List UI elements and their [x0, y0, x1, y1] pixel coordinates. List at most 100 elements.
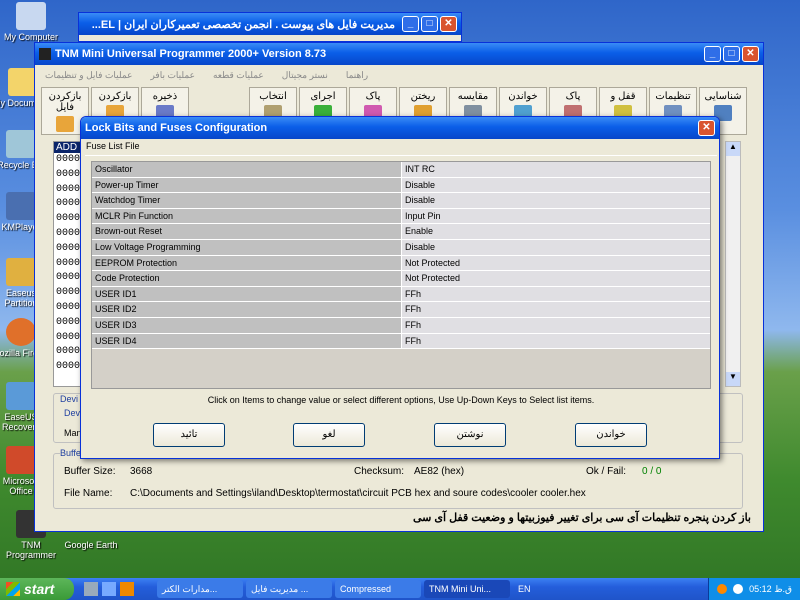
- close-button[interactable]: ✕: [440, 16, 457, 32]
- quick-launch: [74, 582, 154, 596]
- device-label-1: Devi: [60, 394, 79, 404]
- fuse-value[interactable]: Input Pin: [401, 208, 710, 224]
- fuse-row[interactable]: EEPROM Protection Not Protected: [92, 255, 710, 272]
- dialog-instruction: Click on Items to change value or select…: [207, 395, 595, 405]
- read-button[interactable]: خواندن: [575, 423, 647, 447]
- scroll-down-icon[interactable]: ▼: [726, 372, 740, 386]
- fuse-row[interactable]: USER ID3 FFh: [92, 317, 710, 334]
- system-tray: 05:12 ق.ظ: [708, 578, 800, 600]
- dialog-titlebar[interactable]: Lock Bits and Fuses Configuration ✕: [81, 117, 719, 139]
- browser-window: مدیریت فایل های پیوست . انجمن تخصصی تعمی…: [78, 12, 462, 42]
- fuse-row[interactable]: USER ID1 FFh: [92, 286, 710, 303]
- ok-fail-label: Ok / Fail:: [586, 466, 627, 477]
- recycle-bin-icon: [6, 130, 36, 158]
- fuse-value[interactable]: Enable: [401, 224, 710, 239]
- fuse-name: EEPROM Protection: [92, 255, 401, 271]
- desktop-icon-my-computer[interactable]: My Computer: [0, 2, 62, 42]
- programmer-titlebar[interactable]: TNM Mini Universal Programmer 2000+ Vers…: [35, 43, 763, 65]
- fuse-value[interactable]: FFh: [401, 286, 710, 302]
- volume-icon[interactable]: [733, 584, 744, 594]
- menu-device[interactable]: عملیات قطعه: [213, 70, 264, 81]
- buffer-size-label: Buffer Size:: [64, 466, 116, 477]
- dialog-menu: Fuse List File: [81, 139, 719, 153]
- fuse-name: MCLR Pin Function: [92, 208, 401, 224]
- checksum-value: AE82 (hex): [414, 466, 465, 477]
- taskbar-item-2[interactable]: مدیریت فایل ...: [246, 580, 332, 598]
- buffer-group: Buffe Buffer Size: 3668 Checksum: AE82 (…: [53, 448, 743, 509]
- language-indicator[interactable]: EN: [518, 584, 531, 594]
- menu-file[interactable]: عملیات فایل و تنظیمات: [45, 70, 132, 81]
- menu-buffer[interactable]: عملیات بافر: [150, 70, 195, 81]
- dialog-close-button[interactable]: ✕: [698, 120, 715, 136]
- minimize-button[interactable]: _: [704, 46, 721, 62]
- fuse-name: Code Protection: [92, 271, 401, 286]
- fuse-row[interactable]: MCLR Pin Function Input Pin: [92, 208, 710, 225]
- tray-icon[interactable]: [717, 584, 728, 594]
- app-icon: [39, 48, 51, 60]
- fuse-value[interactable]: FFh: [401, 333, 710, 349]
- fuse-name: USER ID4: [92, 333, 401, 349]
- fuse-name: USER ID3: [92, 317, 401, 333]
- ie-icon[interactable]: [102, 582, 116, 596]
- fuse-row[interactable]: Brown-out Reset Enable: [92, 224, 710, 240]
- menu-fuse-list-file[interactable]: Fuse List File: [86, 141, 140, 151]
- fuse-name: Power-up Timer: [92, 177, 401, 193]
- file-name-label: File Name:: [64, 488, 113, 499]
- write-button[interactable]: نوشتن: [434, 423, 506, 447]
- fuse-name: Low Voltage Programming: [92, 239, 401, 255]
- fuse-config-dialog: Lock Bits and Fuses Configuration ✕ Fuse…: [80, 116, 720, 459]
- fuse-value[interactable]: Not Protected: [401, 271, 710, 286]
- fuse-value[interactable]: Disable: [401, 193, 710, 208]
- taskbar-item-1[interactable]: مدارات الکتر...: [157, 580, 243, 598]
- fuse-row[interactable]: USER ID2 FFh: [92, 302, 710, 318]
- maximize-button[interactable]: □: [421, 16, 438, 32]
- fuse-list[interactable]: Oscillator INT RC Power-up Timer Disable Wat…: [91, 161, 711, 389]
- minimize-button[interactable]: _: [402, 16, 419, 32]
- ok-button[interactable]: تائید: [153, 423, 225, 447]
- browser-titlebar[interactable]: مدیریت فایل های پیوست . انجمن تخصصی تعمی…: [79, 13, 461, 35]
- menu-tester[interactable]: نستر مجیتال: [282, 70, 328, 81]
- close-button[interactable]: ✕: [742, 46, 759, 62]
- folder-open-icon: [56, 116, 74, 132]
- menu-bar: عملیات فایل و تنظیمات عملیات بافر عملیات…: [35, 65, 763, 85]
- fuse-value[interactable]: INT RC: [401, 162, 710, 177]
- clock: 05:12 ق.ظ: [749, 583, 792, 594]
- cancel-button[interactable]: لغو: [293, 423, 365, 447]
- fuse-row[interactable]: Oscillator INT RC: [92, 162, 710, 178]
- taskbar: start مدارات الکتر... مدیریت فایل ... Co…: [0, 578, 800, 600]
- fuse-value[interactable]: FFh: [401, 302, 710, 317]
- fuse-name: Watchdog Timer: [92, 193, 401, 208]
- buffer-group-title: Buffe: [60, 448, 81, 458]
- fuse-value[interactable]: Disable: [401, 177, 710, 193]
- ok-fail-value: 0 / 0: [642, 466, 662, 477]
- firefox-icon: [6, 318, 36, 346]
- show-desktop-icon[interactable]: [84, 582, 98, 596]
- recovery-icon: [6, 382, 36, 410]
- office-icon: [6, 446, 36, 474]
- computer-icon: [16, 2, 46, 30]
- partition-icon: [6, 258, 36, 286]
- hex-scrollbar[interactable]: ▲ ▼: [725, 141, 741, 387]
- fuse-name: Brown-out Reset: [92, 224, 401, 239]
- fuse-value[interactable]: Disable: [401, 239, 710, 255]
- kmplayer-icon: [6, 192, 36, 220]
- fuse-row[interactable]: Watchdog Timer Disable: [92, 193, 710, 209]
- taskbar-item-3[interactable]: Compressed: [335, 580, 421, 598]
- firefox-icon[interactable]: [120, 582, 134, 596]
- fuse-value[interactable]: Not Protected: [401, 255, 710, 271]
- fuse-row[interactable]: Code Protection Not Protected: [92, 271, 710, 287]
- manufacturer-label: Man: [64, 428, 82, 438]
- taskbar-item-4[interactable]: TNM Mini Uni...: [424, 580, 510, 598]
- status-hint: باز کردن پنجره تنظیمات آی سی برای تغییر …: [412, 512, 751, 524]
- fuse-row[interactable]: Low Voltage Programming Disable: [92, 239, 710, 256]
- start-button[interactable]: start: [0, 578, 74, 600]
- file-name-value: C:\Documents and Settings\iland\Desktop\…: [130, 488, 586, 499]
- maximize-button[interactable]: □: [723, 46, 740, 62]
- fuse-value[interactable]: FFh: [401, 317, 710, 333]
- checksum-label: Checksum:: [354, 466, 405, 477]
- fuse-row[interactable]: USER ID4 FFh: [92, 333, 710, 350]
- fuse-row[interactable]: Power-up Timer Disable: [92, 177, 710, 194]
- scroll-up-icon[interactable]: ▲: [726, 142, 740, 156]
- windows-logo-icon: [6, 582, 20, 596]
- menu-help[interactable]: راهنما: [346, 70, 368, 81]
